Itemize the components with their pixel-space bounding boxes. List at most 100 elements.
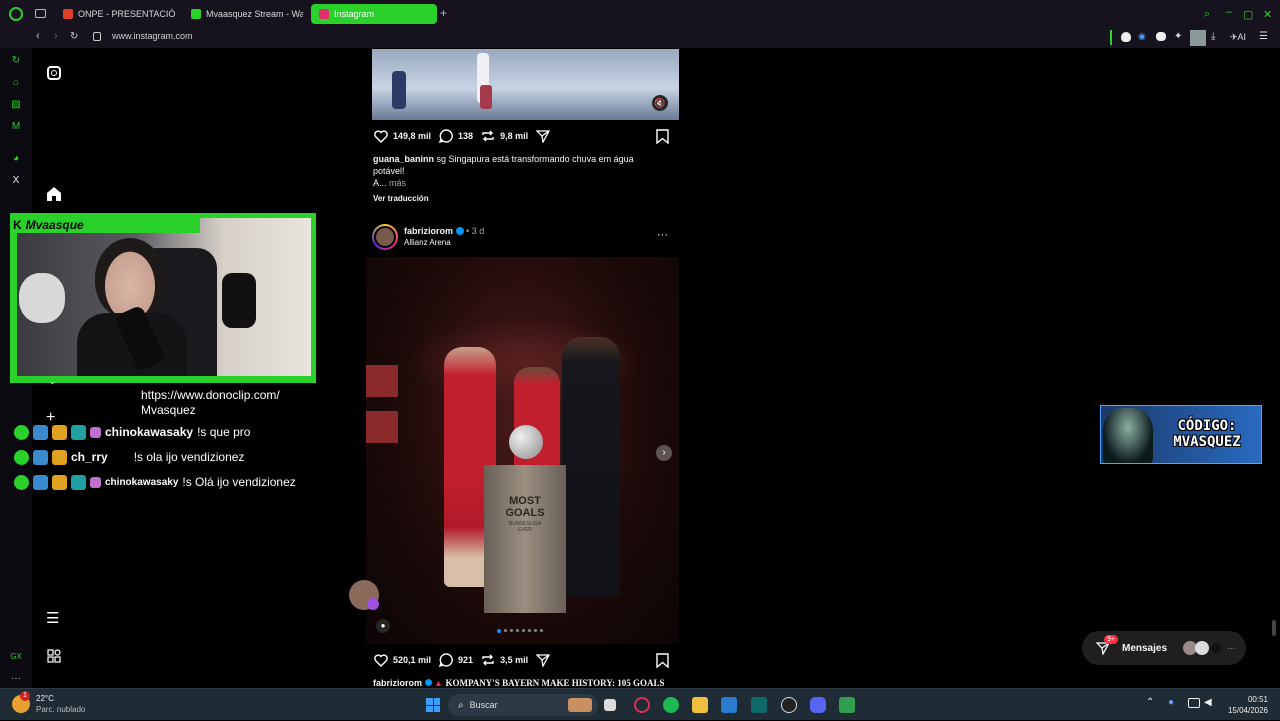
post2-repost-count[interactable]: 3,5 mil [500,655,528,665]
post2-avatar[interactable] [372,224,398,250]
gx-cleaner-icon[interactable]: ▨ [9,98,23,112]
more-icon[interactable]: ··· [9,672,23,686]
webcam-feed [17,218,311,376]
page-scrollbar[interactable] [1272,620,1276,636]
terminal-icon[interactable] [751,697,767,713]
post1-like-icon[interactable] [373,128,389,144]
taskbar-search[interactable]: ⌕ Buscar [448,694,598,716]
download-icon[interactable]: ⤓ [1211,31,1215,42]
search-placeholder: Buscar [469,700,498,710]
chat-collapse-icon[interactable]: ⌄ [49,377,56,386]
more-menu-icon[interactable]: ☰ [46,609,59,627]
menu-icon[interactable]: ☰ [1259,31,1268,42]
show-desktop-button[interactable] [1274,689,1280,721]
tab-instagram[interactable]: Instagram [311,4,437,24]
chat-username[interactable]: chinokawasaky [105,425,193,439]
tab-stream[interactable]: Mvaasquez Stream - Watc [183,4,303,24]
post2-comment-icon[interactable] [438,652,454,668]
post2-trophy-subtext: BUNDESLIGA EVER [508,521,542,533]
home-icon[interactable] [46,186,62,202]
file-explorer-icon[interactable] [692,697,708,713]
mute-icon[interactable]: 🔇 [652,95,668,111]
post1-repost-icon[interactable] [480,128,496,144]
back-icon[interactable]: ‹ [36,30,40,42]
chat-icon[interactable] [1156,32,1166,41]
post2-image[interactable]: MOST GOALS BUNDESLIGA EVER › ● [366,257,679,644]
meta-apps-icon[interactable] [47,649,61,663]
gx-control-icon[interactable]: ↻ [9,54,23,68]
gx-mods-icon[interactable]: M [9,120,23,134]
network-icon[interactable] [1188,698,1200,708]
x-twitter-icon[interactable]: X [9,174,23,188]
onpe-favicon-icon [63,9,73,19]
weather-widget[interactable]: 1 22°C Parc. nublado [12,691,85,715]
audio-icon[interactable]: ◉ [1138,31,1146,42]
forward-icon[interactable]: › [54,30,58,42]
discord-icon[interactable] [810,697,826,713]
new-tab-button[interactable]: + [440,6,447,20]
post1-comment-icon[interactable] [438,128,454,144]
tab-onpe[interactable]: ONPE - PRESENTACIÓN D [55,4,175,24]
post2-repost-icon[interactable] [480,652,496,668]
obs-icon[interactable] [781,697,797,713]
messages-button[interactable]: 9+ Mensajes ··· [1082,631,1246,665]
post2-options-icon[interactable]: ··· [657,229,668,241]
carousel-next-icon[interactable]: › [656,445,672,461]
post2-username[interactable]: fabriziorom [404,226,453,236]
spotify-icon[interactable] [663,697,679,713]
post2-like-count[interactable]: 520,1 mil [393,655,431,665]
profile-avatar[interactable] [1190,30,1206,46]
story-badge-icon [367,598,379,610]
opera-taskbar-icon[interactable] [634,697,650,713]
code-banner-text: CÓDIGO: MVASQUEZ [1173,418,1241,450]
reload-icon[interactable]: ↻ [70,31,78,42]
maximize-icon[interactable]: ▢ [1243,8,1253,21]
microphone-icon[interactable]: ● [1168,697,1174,708]
gx-corner-icon[interactable]: ⌂ [9,76,23,90]
post1-like-count[interactable]: 149,8 mil [393,131,431,141]
task-view-icon[interactable] [604,699,616,711]
whatsapp-icon[interactable]: ◕ [9,152,23,166]
puzzle-icon[interactable]: ✦ [1174,31,1182,42]
post2-share-icon[interactable] [535,652,551,668]
post2-like-icon[interactable] [373,652,389,668]
post1-repost-count[interactable]: 9,8 mil [500,131,528,141]
shield-icon[interactable] [1121,32,1131,42]
minimize-icon[interactable]: – [1226,6,1232,18]
post2-thumbnail-b [366,411,398,443]
post1-more-link[interactable]: más [389,178,406,188]
chat-username[interactable]: chinokawasaky [105,477,178,488]
post1-translate-link[interactable]: Ver traducción [373,194,429,203]
post2-caption-username[interactable]: fabriziorom [373,678,422,688]
url-field[interactable]: www.instagram.com [112,31,193,41]
start-button[interactable] [426,698,440,712]
tray-expand-icon[interactable]: ⌃ [1146,697,1154,708]
siren-icon: ▲ [434,678,443,688]
instagram-logo-icon[interactable] [47,66,61,80]
post1-video[interactable]: 🔇 [372,49,679,120]
post2-save-icon[interactable] [656,653,669,669]
sword-badge-icon [33,474,48,490]
post1-comment-count[interactable]: 138 [458,131,473,141]
post1-username[interactable]: guana_baninn [373,154,434,164]
post1-save-icon[interactable] [656,129,669,145]
store-icon[interactable] [721,697,737,713]
volume-icon[interactable]: ◀ [1204,697,1212,708]
close-icon[interactable]: ✕ [1263,8,1272,21]
post2-trophy-text: MOST GOALS [505,495,545,519]
verified-small-icon [424,679,432,686]
search-icon: ⌕ [458,699,464,711]
opera-logo-icon[interactable] [9,7,23,21]
post1-player-a [392,71,406,109]
ai-button[interactable]: ✈AI [1230,32,1246,43]
post2-comment-count[interactable]: 921 [458,655,473,665]
chat-username[interactable]: ch_rry [71,450,108,464]
post2-location[interactable]: Allianz Arena [404,238,484,247]
post1-share-icon[interactable] [535,128,551,144]
search-tabs-icon[interactable]: ⌕ [1204,8,1210,21]
clock[interactable]: 00:51 15/04/2026 [1222,694,1268,716]
workspaces-icon[interactable] [35,9,46,18]
tagged-users-icon[interactable]: ● [376,619,390,633]
story-avatar[interactable] [349,580,379,610]
app-icon[interactable] [839,697,855,713]
